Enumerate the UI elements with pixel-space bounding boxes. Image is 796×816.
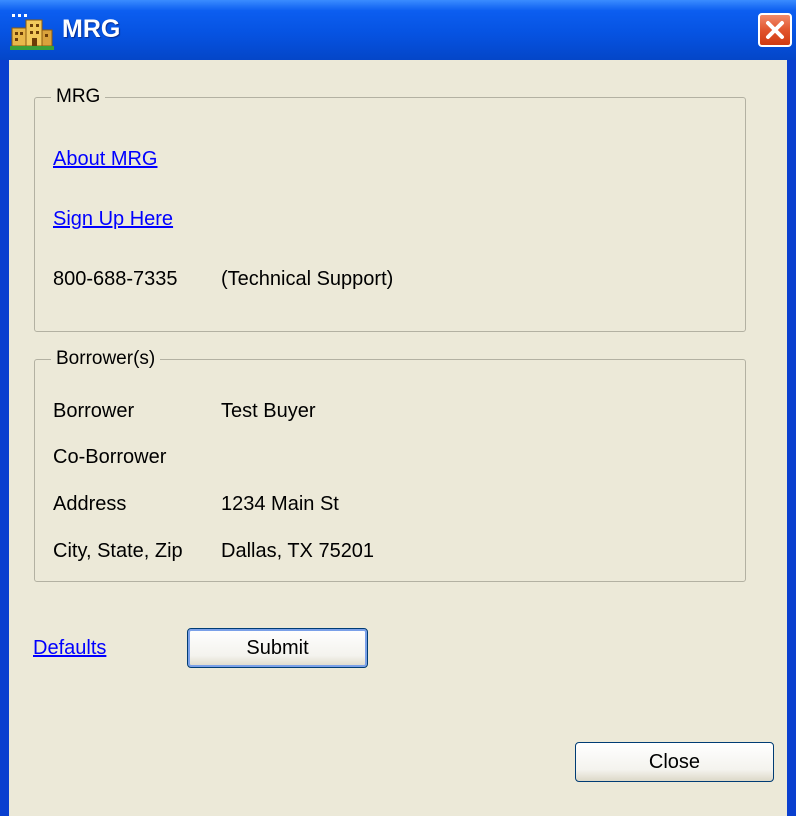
sign-up-link[interactable]: Sign Up Here <box>53 208 173 231</box>
mrg-group-legend: MRG <box>56 86 101 107</box>
about-mrg-link[interactable]: About MRG <box>53 148 157 171</box>
support-phone: 800-688-7335 <box>53 268 178 290</box>
buildings-icon <box>10 14 54 50</box>
city-state-zip-label: City, State, Zip <box>53 540 183 562</box>
window-title: MRG <box>62 15 121 43</box>
borrower-value: Test Buyer <box>221 400 316 422</box>
address-label: Address <box>53 493 127 515</box>
mrg-dialog-window: MRG MRG About MRG Sign Up Here 800-688-7… <box>0 0 796 816</box>
support-phone-note: (Technical Support) <box>221 268 394 290</box>
address-value: 1234 Main St <box>221 493 339 515</box>
dialog-client-area: MRG About MRG Sign Up Here 800-688-7335 … <box>9 60 787 816</box>
close-window-button[interactable] <box>758 13 792 47</box>
borrowers-group-legend: Borrower(s) <box>56 348 156 369</box>
close-icon <box>766 21 784 39</box>
title-bar[interactable]: MRG <box>0 0 796 60</box>
city-state-zip-value: Dallas, TX 75201 <box>221 540 375 562</box>
submit-button[interactable]: Submit <box>187 628 368 668</box>
borrower-label: Borrower <box>53 400 135 422</box>
co-borrower-label: Co-Borrower <box>53 446 167 468</box>
defaults-link[interactable]: Defaults <box>33 637 106 660</box>
close-button[interactable]: Close <box>575 742 774 782</box>
